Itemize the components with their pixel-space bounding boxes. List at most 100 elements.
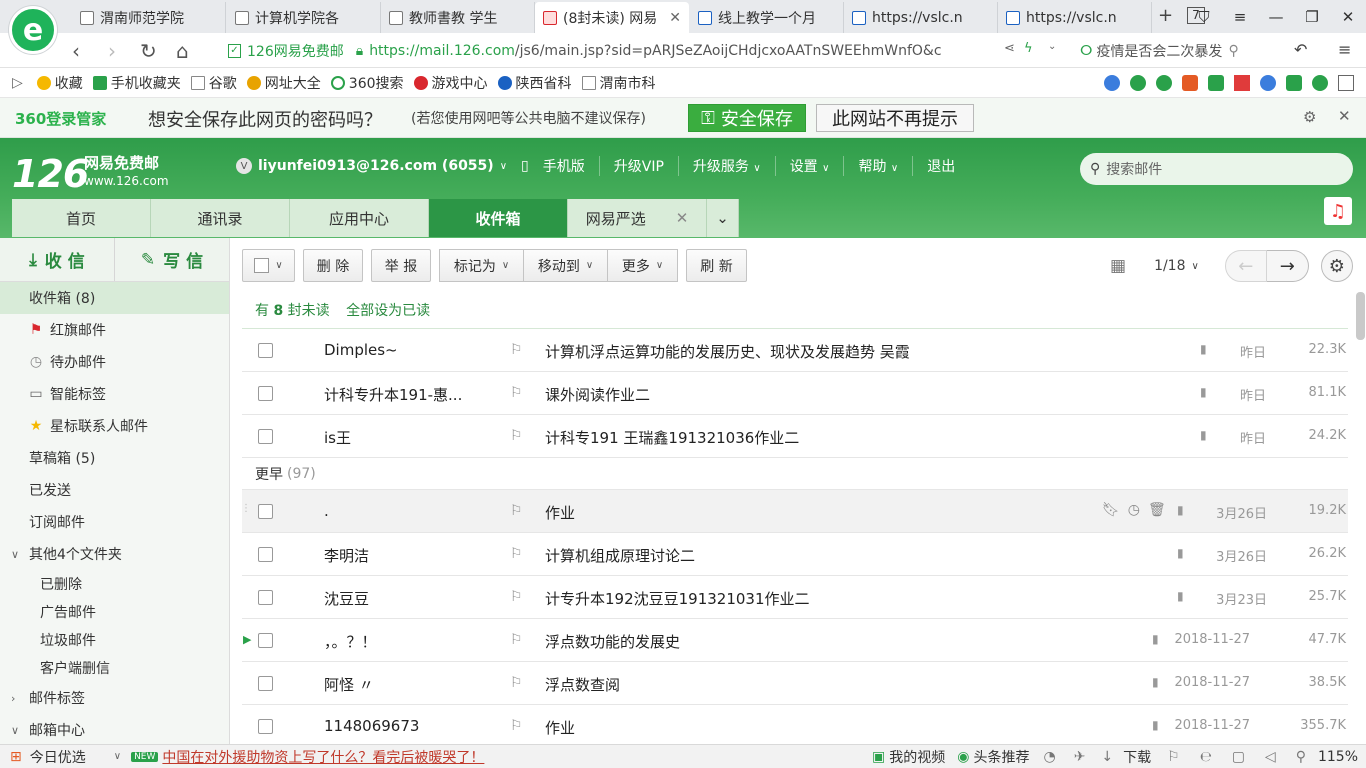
folder-other-group[interactable]: ∨ 其他4个文件夹: [0, 538, 229, 570]
home-icon[interactable]: ⌂: [176, 39, 189, 63]
bookmark-item[interactable]: 谷歌: [190, 73, 237, 93]
bookmark-item[interactable]: 陕西省科: [497, 73, 572, 93]
folder-inbox[interactable]: 收件箱 (8): [0, 282, 229, 314]
bookmark-icon[interactable]: 🔖︎: [1102, 502, 1128, 518]
browser-tab[interactable]: https://vslc.n: [998, 2, 1152, 33]
tabs-more-button[interactable]: ⌄: [707, 199, 739, 237]
pin-icon[interactable]: ✈: [1074, 749, 1086, 765]
flag-icon[interactable]: ⚐: [1167, 749, 1180, 765]
folder-sent[interactable]: 已发送: [0, 474, 229, 506]
delete-button[interactable]: 删 除: [303, 249, 363, 282]
folder-spam[interactable]: 垃圾邮件: [0, 626, 229, 654]
row-checkbox[interactable]: [258, 719, 273, 734]
folder-mail-tags[interactable]: › 邮件标签: [0, 682, 229, 714]
ie-icon[interactable]: ℮: [1200, 749, 1212, 765]
next-page-button[interactable]: →: [1266, 250, 1309, 282]
chevron-down-icon[interactable]: ∨: [1192, 261, 1199, 272]
folder-star-contacts[interactable]: ★ 星标联系人邮件: [0, 410, 229, 442]
bookmark-item[interactable]: 手机收藏夹: [92, 73, 181, 93]
extension-icon[interactable]: [1104, 74, 1120, 91]
mail-search-input[interactable]: ⚲ 搜索邮件: [1080, 153, 1353, 185]
flag-icon[interactable]: ⚐: [510, 632, 523, 648]
tab-app-center[interactable]: 应用中心: [290, 199, 429, 237]
browser-logo-icon[interactable]: e: [9, 6, 57, 54]
flag-icon[interactable]: ⚐: [510, 428, 523, 444]
nav-help[interactable]: 帮助 ∨: [843, 156, 898, 176]
address-bar[interactable]: ✓ 126网易免费邮 🔒︎ https://mail.126.com/js6/ma…: [228, 37, 996, 65]
bookmark-item[interactable]: 游戏中心: [413, 73, 488, 93]
row-checkbox[interactable]: [258, 386, 273, 401]
browser-tab[interactable]: 渭南师范学院: [72, 2, 226, 33]
flag-icon[interactable]: ⚐: [510, 718, 523, 734]
flag-icon[interactable]: ⚐: [510, 546, 523, 562]
browser-tab[interactable]: https://vslc.n: [844, 2, 998, 33]
mail-row[interactable]: is王 ⚐ 计科专191 王瑞鑫191321036作业二 ▮ 昨日 24.2K: [242, 415, 1348, 458]
scrollbar-thumb[interactable]: [1356, 292, 1365, 340]
speed-icon[interactable]: ◔: [1043, 749, 1055, 765]
security-icon[interactable]: [1312, 74, 1328, 91]
compose-button[interactable]: ✎ 写 信: [114, 238, 229, 281]
back-icon[interactable]: ‹: [72, 39, 80, 63]
browser-search[interactable]: ⵔ 疫情是否会二次暴发 ⚲: [1080, 40, 1274, 62]
folder-ads[interactable]: 广告邮件: [0, 598, 229, 626]
new-tab-icon[interactable]: +: [1158, 5, 1173, 26]
chevron-down-icon[interactable]: ∨: [500, 161, 507, 172]
phone-icon[interactable]: ▯: [521, 158, 529, 174]
mail-row[interactable]: 1148069673 ⚐ 作业 ▮ 2018-11-27 355.7K: [242, 705, 1348, 748]
bookmark-item[interactable]: 渭南市科: [581, 73, 656, 93]
close-window-icon[interactable]: ✕: [1330, 8, 1366, 26]
tab-yanxuan[interactable]: 网易严选 ✕: [568, 199, 707, 237]
forward-icon[interactable]: ›: [108, 39, 116, 63]
search-icon[interactable]: ⚲: [1228, 43, 1238, 59]
lightning-icon[interactable]: ϟ: [1024, 41, 1033, 56]
extension-icon[interactable]: [1130, 74, 1146, 91]
minimize-icon[interactable]: —: [1258, 8, 1294, 26]
mail-row[interactable]: 沈豆豆 ⚐ 计专升本192沈豆豆191321031作业二 ▮ 3月23日 25.…: [242, 576, 1348, 619]
page-indicator[interactable]: 1/18: [1154, 258, 1185, 274]
flag-icon[interactable]: ⚐: [510, 342, 523, 358]
tab-contacts[interactable]: 通讯录: [151, 199, 290, 237]
more-button[interactable]: 更多 ∨: [608, 249, 678, 282]
extension-icon[interactable]: [1182, 74, 1198, 91]
row-checkbox[interactable]: [258, 547, 273, 562]
reload-icon[interactable]: ↻: [140, 39, 157, 63]
chevron-down-icon[interactable]: ∨: [114, 751, 121, 762]
mail-row[interactable]: ▶ ，。？！ ⚐ 浮点数功能的发展史 ▮ 2018-11-27 47.7K: [242, 619, 1348, 662]
folder-mail-center[interactable]: ∨ 邮箱中心: [0, 714, 229, 744]
folder-client-deleted[interactable]: 客户端删信: [0, 654, 229, 682]
folder-deleted[interactable]: 已删除: [0, 570, 229, 598]
folder-todo[interactable]: ◷ 待办邮件: [0, 346, 229, 378]
folder-smart-tag[interactable]: ▭ 智能标签: [0, 378, 229, 410]
apps-icon[interactable]: [1338, 74, 1354, 91]
save-password-button[interactable]: ⚿ 安全保存: [688, 104, 806, 132]
never-remind-button[interactable]: 此网站不再提示: [816, 104, 974, 132]
headline-recommend[interactable]: ◉ 头条推荐: [957, 747, 1029, 767]
prev-page-button[interactable]: ←: [1224, 250, 1267, 282]
close-tab-icon[interactable]: ✕: [669, 10, 681, 26]
bookmark-item[interactable]: 360搜索: [330, 73, 404, 93]
row-checkbox[interactable]: [258, 343, 273, 358]
gear-icon[interactable]: ⚙: [1320, 250, 1353, 282]
game-icon[interactable]: [1286, 74, 1302, 91]
row-checkbox[interactable]: [258, 429, 273, 444]
account-name[interactable]: liyunfei0913@126.com (6055): [258, 158, 494, 174]
volume-icon[interactable]: ◁: [1265, 749, 1276, 765]
bookmark-item[interactable]: 网址大全: [246, 73, 321, 93]
extension-icon[interactable]: [1156, 74, 1172, 91]
close-icon[interactable]: ✕: [676, 209, 689, 227]
clock-icon[interactable]: ◷: [1128, 502, 1148, 518]
nav-settings[interactable]: 设置 ∨: [774, 156, 829, 176]
today-picks[interactable]: ⊞ 今日优选: [10, 747, 86, 767]
menu-icon[interactable]: ≡: [1338, 40, 1351, 59]
nav-upgrade-vip[interactable]: 升级VIP: [598, 156, 664, 176]
news-ticker[interactable]: NEW 中国在对外援助物资上写了什么？看完后被暖哭了！: [131, 747, 484, 767]
browser-tab[interactable]: 计算机学院各: [227, 2, 381, 33]
flag-icon[interactable]: ⚐: [510, 675, 523, 691]
browser-tab[interactable]: 教师書教 学生: [381, 2, 535, 33]
gear-icon[interactable]: ⚙: [1303, 108, 1316, 126]
tab-home[interactable]: 首页: [12, 199, 151, 237]
flag-icon[interactable]: ⚐: [510, 503, 523, 519]
row-checkbox[interactable]: [258, 676, 273, 691]
mail-row[interactable]: ⋮ . ⚐ 作业 🔖︎◷🗑︎ ▮ 3月26日 19.2K: [241, 490, 1348, 533]
undo-icon[interactable]: ↶: [1294, 40, 1307, 59]
